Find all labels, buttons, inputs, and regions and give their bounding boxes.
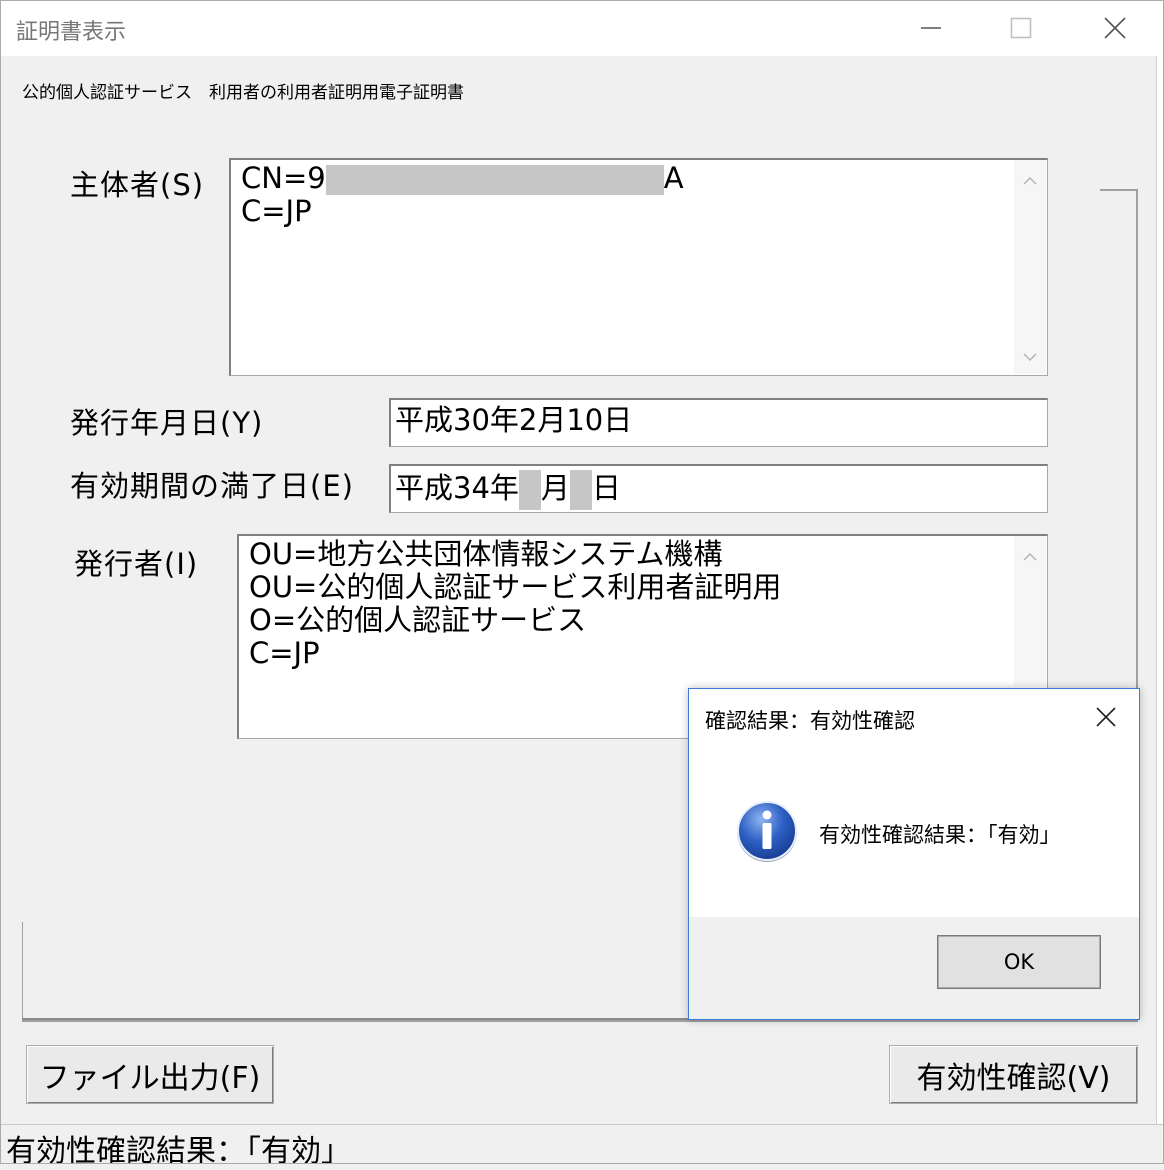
status-text: 有効性確認結果：「有効」 bbox=[6, 1134, 351, 1169]
redacted-area bbox=[518, 470, 541, 510]
scroll-up-button[interactable] bbox=[1014, 544, 1046, 568]
background-window-edge bbox=[1156, 56, 1164, 1164]
ok-button[interactable]: OK bbox=[937, 935, 1101, 989]
minimize-button[interactable] bbox=[886, 0, 976, 56]
minimize-icon bbox=[921, 27, 941, 29]
subject-scrollbar[interactable] bbox=[1014, 160, 1046, 374]
validity-check-button[interactable]: 有効性確認(V) bbox=[889, 1045, 1138, 1104]
chevron-down-icon bbox=[1023, 353, 1037, 362]
issuer-line: OU=公的個人認証サービス利用者証明用 bbox=[249, 570, 782, 604]
issue-date-value: 平成30年2月10日 bbox=[395, 403, 633, 437]
result-dialog: 確認結果：有効性確認 有効性確認結果：「有効」 OK bbox=[688, 688, 1140, 1020]
window-title: 証明書表示 bbox=[16, 20, 127, 45]
chevron-up-icon bbox=[1023, 176, 1037, 185]
subject-line-c: C=JP bbox=[241, 194, 312, 228]
dialog-close-button[interactable] bbox=[1084, 699, 1128, 735]
dialog-message: 有効性確認結果：「有効」 bbox=[819, 823, 1061, 847]
redacted-area bbox=[325, 165, 664, 195]
subject-line-cn: CN=9 A bbox=[241, 161, 684, 195]
chevron-up-icon bbox=[1023, 552, 1037, 561]
subject-label: 主体者(S) bbox=[70, 168, 205, 202]
close-button[interactable] bbox=[1070, 0, 1160, 56]
issuer-label: 発行者(I) bbox=[74, 547, 199, 581]
issue-date-field[interactable]: 平成30年2月10日 bbox=[389, 398, 1048, 447]
expiry-date-value: 平成34年月日 bbox=[395, 470, 621, 510]
issuer-line: C=JP bbox=[249, 636, 320, 670]
dialog-title: 確認結果：有効性確認 bbox=[705, 709, 915, 733]
close-icon bbox=[1104, 17, 1126, 39]
maximize-icon bbox=[1010, 17, 1032, 39]
issuer-line: OU=地方公共団体情報システム機構 bbox=[249, 537, 723, 571]
info-icon bbox=[735, 799, 799, 863]
scroll-down-button[interactable] bbox=[1014, 346, 1046, 370]
certificate-type-title: 公的個人認証サービス 利用者の利用者証明用電子証明書 bbox=[22, 83, 464, 103]
group-frame-edge bbox=[1100, 189, 1138, 191]
maximize-button[interactable] bbox=[976, 0, 1066, 56]
expiry-date-field[interactable]: 平成34年月日 bbox=[389, 464, 1048, 513]
group-frame-edge bbox=[22, 922, 23, 1022]
file-output-button[interactable]: ファイル出力(F) bbox=[26, 1045, 274, 1104]
expiry-date-label: 有効期間の満了日(E) bbox=[70, 469, 354, 503]
issue-date-label: 発行年月日(Y) bbox=[70, 406, 264, 440]
subject-textbox[interactable]: CN=9 A C=JP bbox=[229, 158, 1048, 376]
scroll-up-button[interactable] bbox=[1014, 168, 1046, 192]
issuer-scrollbar[interactable] bbox=[1014, 536, 1046, 686]
close-icon bbox=[1096, 707, 1116, 727]
issuer-line: O=公的個人認証サービス bbox=[249, 603, 587, 637]
redacted-area bbox=[569, 470, 592, 510]
